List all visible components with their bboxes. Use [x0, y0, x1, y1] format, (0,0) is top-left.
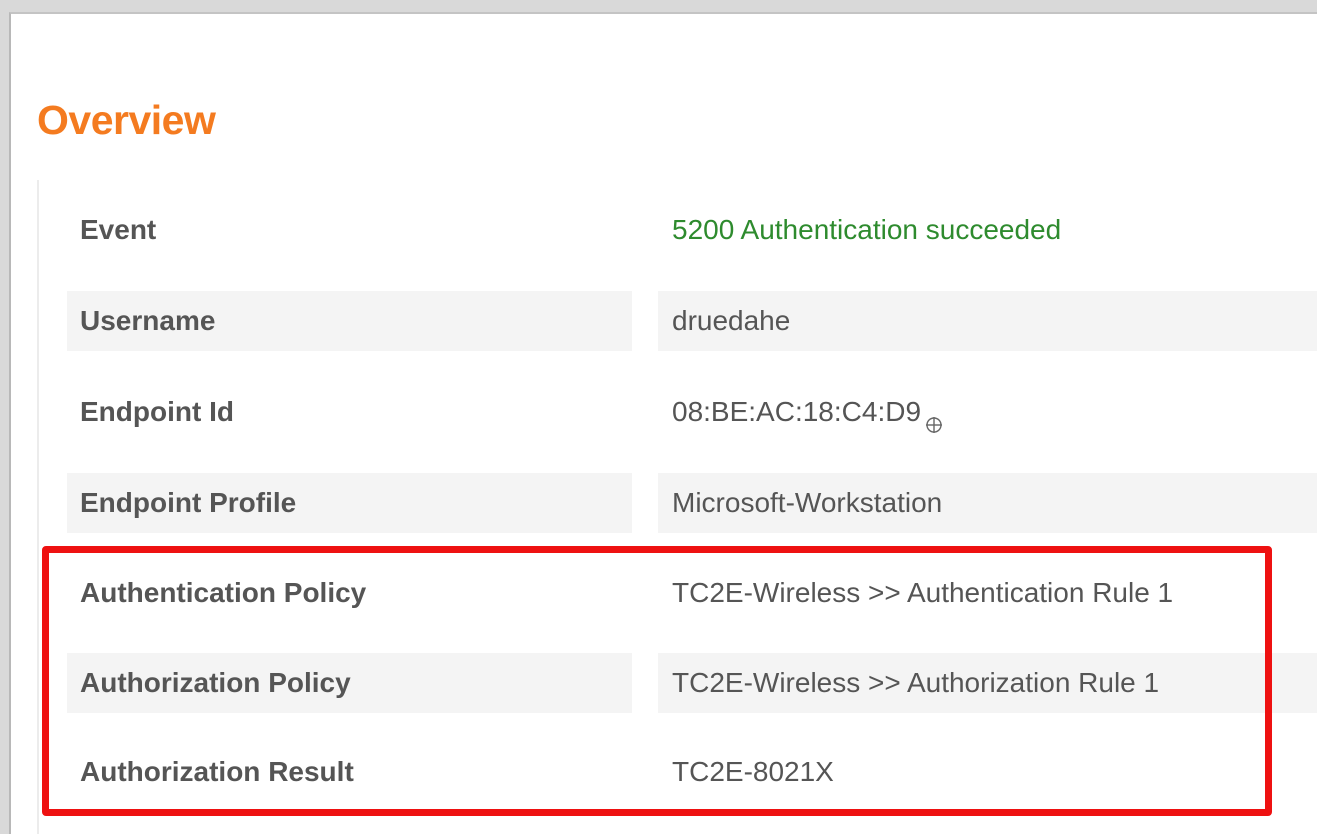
- authorization-policy-label: Authorization Policy: [80, 667, 351, 698]
- endpoint-id-label: Endpoint Id: [80, 396, 234, 427]
- endpoint-id-value-wrap: 08:BE:AC:18:C4:D9: [672, 382, 943, 442]
- authorization-result-value: TC2E-8021X: [672, 756, 834, 787]
- endpoint-profile-value: Microsoft-Workstation: [672, 487, 943, 518]
- authentication-policy-value: TC2E-Wireless >> Authentication Rule 1: [672, 577, 1174, 608]
- username-label: Username: [80, 305, 216, 336]
- table-row-authorization-result: Authorization Result TC2E-8021X: [0, 742, 1317, 802]
- event-value: 5200 Authentication succeeded: [672, 214, 1062, 245]
- section-title: Overview: [37, 97, 216, 143]
- window-frame: Overview Event 5200 Authentication succe…: [0, 0, 1317, 834]
- event-label: Event: [80, 214, 157, 245]
- table-row-endpoint-id: Endpoint Id 08:BE:AC:18:C4:D9: [0, 382, 1317, 442]
- table-row-username: Username druedahe: [0, 291, 1317, 351]
- table-row-authentication-policy: Authentication Policy TC2E-Wireless >> A…: [0, 563, 1317, 623]
- authentication-policy-label: Authentication Policy: [80, 577, 367, 608]
- endpoint-id-value: 08:BE:AC:18:C4:D9: [672, 396, 922, 427]
- table-row-event: Event 5200 Authentication succeeded: [0, 200, 1317, 260]
- table-row-authorization-policy: Authorization Policy TC2E-Wireless >> Au…: [0, 653, 1317, 713]
- endpoint-profile-label: Endpoint Profile: [80, 487, 297, 518]
- crosshair-icon[interactable]: [925, 395, 943, 433]
- username-value: druedahe: [672, 305, 791, 336]
- authorization-policy-value: TC2E-Wireless >> Authorization Rule 1: [672, 667, 1160, 698]
- table-row-endpoint-profile: Endpoint Profile Microsoft-Workstation: [0, 473, 1317, 533]
- authorization-result-label: Authorization Result: [80, 756, 354, 787]
